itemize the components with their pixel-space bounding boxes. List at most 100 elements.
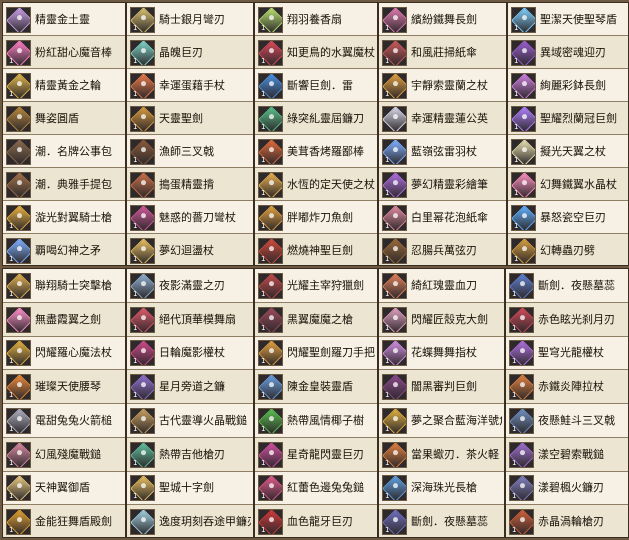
item-row[interactable]: 1 忍腸兵萬弦刃 — [379, 234, 506, 265]
item-row[interactable]: 1 血色龍牙巨刃 — [255, 505, 377, 537]
item-row[interactable]: 1 闇黑審判巨劍 — [379, 370, 504, 404]
item-panel: 1 夜影滿靈之刃 1 絕代頂華模舞扇 1 日輪魔影權杖 1 星月旁道之鐮 1 古代靈導火晶戰鎚 1 熱… — [126, 268, 254, 538]
item-count: 1 — [9, 357, 14, 366]
staff-icon: 1 — [6, 39, 31, 66]
item-name: 聯翔騎士突擊槍 — [35, 278, 112, 292]
item-row[interactable]: 1 斷響巨劍．雷 — [255, 69, 377, 102]
staff-icon: 1 — [509, 340, 534, 367]
item-row[interactable]: 1 漾空碧索戰鎚 — [506, 437, 628, 472]
item-row[interactable]: 1 夜懸鮭斗三叉戟 — [506, 404, 628, 438]
item-row[interactable]: 1 暴怒瓷空巨刃 — [508, 201, 628, 234]
staff-icon: 1 — [130, 138, 155, 165]
item-row[interactable]: 1 星月旁道之鐮 — [127, 370, 253, 404]
item-row[interactable]: 幸運精靈蓮公英 — [379, 102, 506, 135]
item-row[interactable]: 1 熱帶風情椰子樹 — [255, 404, 377, 438]
item-row[interactable]: 1 黑翼魔魔之槍 — [255, 302, 377, 337]
item-row[interactable]: 1 燃燒神聖巨劍 — [255, 234, 377, 265]
item-row[interactable]: 1 天神翼御盾 — [3, 472, 125, 506]
item-row[interactable]: 1 夢之聚合藍海洋號角 — [379, 404, 504, 438]
item-row[interactable]: 1 綠突糺靈屆鐮刀 — [255, 102, 377, 135]
item-row[interactable]: 潮．典雅手提包 — [3, 168, 125, 201]
item-row[interactable]: 1 漁師三叉戟 — [127, 135, 253, 168]
item-row[interactable]: 1 古代靈導火晶戰鎚 — [127, 404, 253, 438]
item-row[interactable]: 1 星奇龍閃靈巨刃 — [255, 437, 377, 472]
item-count: 1 — [261, 188, 266, 197]
item-name: 潮．名牌公事包 — [35, 144, 112, 158]
item-count: 1 — [514, 23, 519, 32]
item-row[interactable]: 1 當果蠍刃．茶火軽 — [379, 437, 504, 472]
item-row[interactable]: 1 花蝶舞舞指杖 — [379, 337, 504, 371]
item-row[interactable]: 1 夢幻精靈彩繪筆 — [379, 168, 506, 201]
item-row[interactable]: 1 閃耀聖劍羅刀手把 — [255, 337, 377, 371]
item-row[interactable]: 1 覇喝幻神之矛 — [3, 234, 125, 265]
item-row[interactable]: 潮．名牌公事包 — [3, 135, 125, 168]
staff-icon: 1 — [258, 237, 283, 264]
item-row[interactable]: 1 赤鐵炎陣拉杖 — [506, 370, 628, 404]
item-name: 幻舞鐵翼水晶杖 — [540, 177, 617, 191]
item-row[interactable]: 1 綺紅瑰靈血刀 — [379, 269, 504, 303]
item-row[interactable]: 1 聖穹光龍權杖 — [506, 337, 628, 371]
item-row[interactable]: 1 聯翔騎士突擊槍 — [3, 269, 125, 303]
item-row[interactable]: 1 藍嶺弦雷羽杖 — [379, 135, 506, 168]
item-row[interactable]: 1 漾碧楓火鐮刃 — [506, 472, 628, 506]
item-row[interactable]: 1 宇靜索靈蘭之杖 — [379, 69, 506, 102]
item-row[interactable]: 1 胖嘟炸刀魚劍 — [255, 201, 377, 234]
item-row[interactable]: 舞姿圓盾 — [3, 102, 125, 135]
item-row[interactable]: 1 翔羽養香扇 — [255, 3, 377, 36]
item-row[interactable]: 1 擬光天翼之杖 — [508, 135, 628, 168]
item-row[interactable]: 1 繽紛鐵舞長劍 — [379, 3, 506, 36]
item-count: 1 — [261, 289, 266, 298]
item-row[interactable]: 無盡霞翼之劍 — [3, 302, 125, 337]
item-row[interactable]: 1 水恆的定天使之杖 — [255, 168, 377, 201]
item-row[interactable]: 1 美茸香烤羅鄙棒 — [255, 135, 377, 168]
item-row[interactable]: 1 璀璨天使腰琴 — [3, 370, 125, 404]
item-row[interactable]: 1 赤晶渦輪槍刃 — [506, 505, 628, 537]
item-row[interactable]: 1 閃耀匠殼克大劍 — [379, 302, 504, 337]
item-name: 夢之聚合藍海洋號角 — [411, 413, 502, 427]
item-row[interactable]: 1 和風莊掃紙傘 — [379, 36, 506, 69]
item-row[interactable]: 1 日輪魔影權杖 — [127, 337, 253, 371]
item-row[interactable]: 1 陳金皇裝靈盾 — [255, 370, 377, 404]
item-row[interactable]: 1 晶魄巨刃 — [127, 36, 253, 69]
item-row[interactable]: 1 知更鳥的水翼魔杖 — [255, 36, 377, 69]
item-row[interactable]: 1 幻轉蟲刃劈 — [508, 234, 628, 265]
item-row[interactable]: 1 夜影滿靈之刃 — [127, 269, 253, 303]
item-row[interactable]: 1 夢幻迴盪杖 — [127, 234, 253, 265]
item-row[interactable]: 逸度玥刻吞途甲鐮刃 — [127, 505, 253, 537]
item-row[interactable]: 1 白里幂花泡紙傘 — [379, 201, 506, 234]
item-row[interactable]: 1 閃耀羅心魔法杖 — [3, 337, 125, 371]
item-row[interactable]: 1 異域密魂迎刃 — [508, 36, 628, 69]
item-row[interactable]: 搗蛋精靈揹 — [127, 168, 253, 201]
item-count: 1 — [512, 424, 517, 433]
item-row[interactable]: 1 天靈聖劍 — [127, 102, 253, 135]
item-row[interactable]: 1 光耀主宰狩獵劍 — [255, 269, 377, 303]
item-row[interactable]: 1 聖耀烈蘭冠巨劍 — [508, 102, 628, 135]
item-row[interactable]: 1 深海珠光長槍 — [379, 472, 504, 506]
item-row[interactable]: 1 魅惑的薔刀彎杖 — [127, 201, 253, 234]
item-row[interactable]: 1 紅蕾色邊兔兔鎚 — [255, 472, 377, 506]
item-name: 斷劍．夜懸墓蕊 — [538, 278, 615, 292]
item-row[interactable]: 精靈金土靈 — [3, 3, 125, 36]
item-row[interactable]: 1 斷劍．夜懸墓蕊 — [379, 505, 504, 537]
item-row[interactable]: 1 絕代頂華模舞扇 — [127, 302, 253, 337]
item-row[interactable]: 1 幻風殘魔戰鎚 — [3, 437, 125, 472]
item-row[interactable]: 1 金能狂舞盾殿劍 — [3, 505, 125, 537]
item-row[interactable]: 1 粉紅甜心魔音棒 — [3, 36, 125, 69]
item-row[interactable]: 1 精靈黃金之輪 — [3, 69, 125, 102]
item-row[interactable]: 1 電甜兔兔火箭槌 — [3, 404, 125, 438]
item-row[interactable]: 1 絢麗彩鉢長劍 — [508, 69, 628, 102]
item-row[interactable]: 1 騎士銀月彎刃 — [127, 3, 253, 36]
item-name: 闇黑審判巨劍 — [411, 380, 477, 394]
staff-icon: 1 — [130, 306, 155, 333]
item-row[interactable]: 1 熱帶吉他槍刃 — [127, 437, 253, 472]
item-row[interactable]: 1 幻舞鐵翼水晶杖 — [508, 168, 628, 201]
item-row[interactable]: 1 赤色眩光刹月刃 — [506, 302, 628, 337]
item-name: 無盡霞翼之劍 — [35, 312, 101, 326]
item-row[interactable]: 1 聖潔天使聖琴盾 — [508, 3, 628, 36]
item-row[interactable]: 1 聖城十字劍 — [127, 472, 253, 506]
item-count: 1 — [385, 155, 390, 164]
item-row[interactable]: 1 幸運蛋藉手杖 — [127, 69, 253, 102]
item-row[interactable]: 1 漩光對翼騎士槍 — [3, 201, 125, 234]
item-row[interactable]: 1 斷劍．夜懸墓蕊 — [506, 269, 628, 303]
item-name: 精靈黃金之輪 — [35, 78, 101, 92]
